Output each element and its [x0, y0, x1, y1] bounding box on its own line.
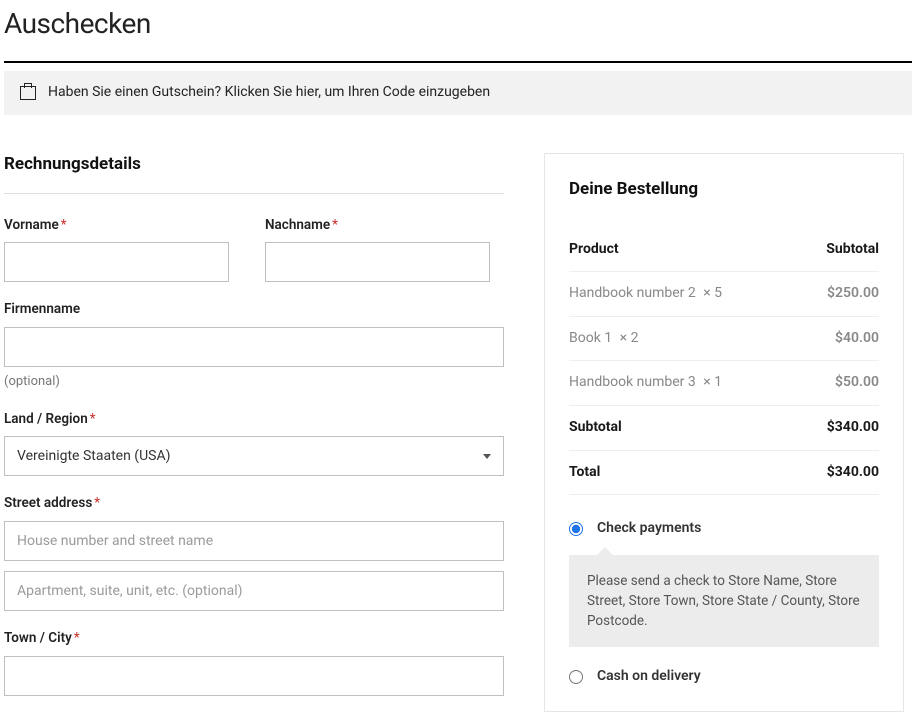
- title-divider: [4, 61, 912, 63]
- coupon-banner: Haben Sie einen Gutschein? Klicken Sie h…: [4, 71, 912, 115]
- town-label: Town / City*: [4, 629, 504, 648]
- order-item-row: Handbook number 2 × 5 $250.00: [569, 272, 879, 317]
- page-title: Auschecken: [4, 4, 912, 43]
- payment-cod-label: Cash on delivery: [597, 667, 701, 687]
- billing-heading: Rechnungsdetails: [4, 153, 504, 177]
- order-item-row: Book 1 × 2 $40.00: [569, 317, 879, 362]
- product-header: Product: [569, 240, 619, 260]
- chevron-down-icon: [483, 454, 491, 459]
- payment-option-check[interactable]: Check payments: [569, 511, 879, 547]
- order-item-price: $50.00: [835, 373, 879, 393]
- payment-check-label: Check payments: [597, 519, 701, 539]
- order-table-header: Product Subtotal: [569, 228, 879, 273]
- town-input[interactable]: [4, 656, 504, 696]
- order-item-name: Handbook number 2 × 5: [569, 284, 722, 304]
- subtotal-label: Subtotal: [569, 418, 622, 438]
- billing-divider: [4, 193, 504, 194]
- total-label: Total: [569, 463, 600, 483]
- company-input[interactable]: [4, 327, 504, 367]
- payment-methods: Check payments Please send a check to St…: [569, 511, 879, 695]
- country-value: Vereinigte Staaten (USA): [17, 447, 170, 467]
- order-item-price: $250.00: [827, 284, 879, 304]
- required-star: *: [332, 217, 338, 233]
- order-item-name: Book 1 × 2: [569, 329, 638, 349]
- order-item-price: $40.00: [835, 329, 879, 349]
- lastname-label: Nachname*: [265, 216, 490, 235]
- firstname-label: Vorname*: [4, 216, 229, 235]
- order-summary: Deine Bestellung Product Subtotal Handbo…: [544, 153, 904, 712]
- subtotal-header: Subtotal: [826, 240, 879, 260]
- coupon-icon: [20, 86, 36, 100]
- lastname-input[interactable]: [265, 242, 490, 282]
- firstname-input[interactable]: [4, 242, 229, 282]
- billing-section: Rechnungsdetails Vorname* Nachname* Firm…: [4, 153, 504, 714]
- street-input-2[interactable]: [4, 571, 504, 611]
- country-label: Land / Region*: [4, 410, 504, 429]
- required-star: *: [61, 217, 67, 233]
- payment-option-cod[interactable]: Cash on delivery: [569, 659, 879, 695]
- subtotal-value: $340.00: [827, 418, 879, 438]
- coupon-text: Haben Sie einen Gutschein? Klicken Sie h…: [48, 83, 490, 103]
- order-total-row: Total $340.00: [569, 451, 879, 496]
- coupon-link[interactable]: Klicken Sie hier, um Ihren Code einzugeb…: [225, 84, 490, 100]
- order-item-name: Handbook number 3 × 1: [569, 373, 722, 393]
- payment-radio-cod[interactable]: [569, 670, 583, 684]
- payment-check-description: Please send a check to Store Name, Store…: [569, 555, 879, 648]
- company-optional-note: (optional): [4, 373, 504, 391]
- order-item-row: Handbook number 3 × 1 $50.00: [569, 361, 879, 406]
- total-value: $340.00: [827, 463, 879, 483]
- street-label: Street address*: [4, 494, 504, 513]
- street-input-1[interactable]: [4, 521, 504, 561]
- required-star: *: [74, 630, 80, 646]
- company-label: Firmenname: [4, 300, 504, 319]
- coupon-prompt: Haben Sie einen Gutschein?: [48, 84, 221, 100]
- order-heading: Deine Bestellung: [569, 178, 879, 202]
- payment-radio-check[interactable]: [569, 522, 583, 536]
- country-select[interactable]: Vereinigte Staaten (USA): [4, 436, 504, 476]
- required-star: *: [94, 495, 100, 511]
- required-star: *: [90, 411, 96, 427]
- order-subtotal-row: Subtotal $340.00: [569, 406, 879, 451]
